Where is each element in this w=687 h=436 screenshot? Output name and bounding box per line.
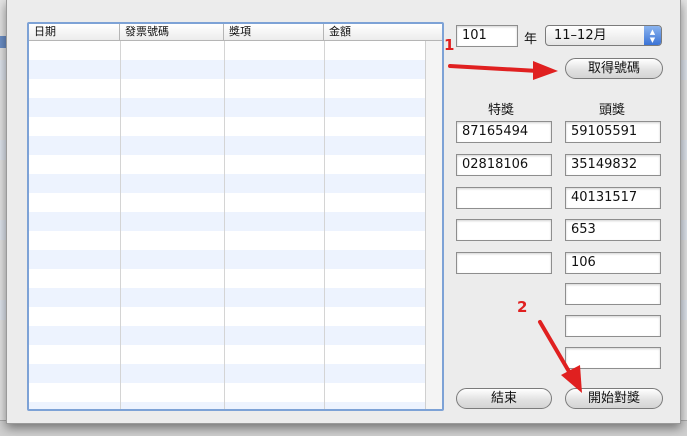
year-label: 年	[524, 32, 538, 47]
period-selected-value: 11–12月	[554, 28, 607, 43]
select-arrows-icon: ▲ ▼	[644, 26, 661, 45]
annotation-step-1: 1	[444, 36, 455, 54]
grand-prize-field-3[interactable]: 40131517	[565, 187, 661, 209]
special-prize-field-1[interactable]: 87165494	[456, 121, 552, 143]
vertical-scrollbar[interactable]	[425, 41, 442, 409]
year-input[interactable]: 101	[456, 25, 518, 47]
table-row	[29, 250, 425, 269]
table-row	[29, 174, 425, 193]
grand-prize-field-1[interactable]: 59105591	[565, 121, 661, 143]
table-row	[29, 60, 425, 79]
table-body	[29, 41, 425, 409]
column-divider	[120, 41, 121, 409]
special-prize-field-2[interactable]: 02818106	[456, 154, 552, 176]
special-prize-field-4[interactable]	[456, 219, 552, 241]
table-row	[29, 402, 425, 409]
table-row	[29, 364, 425, 383]
table-row	[29, 212, 425, 231]
results-table[interactable]: 日期 發票號碼 獎項 金額	[27, 22, 444, 411]
column-divider	[324, 41, 325, 409]
grand-prize-field-4[interactable]: 653	[565, 219, 661, 241]
grand-prize-header: 頭獎	[599, 103, 626, 118]
special-prize-field-5[interactable]	[456, 252, 552, 274]
table-row	[29, 326, 425, 345]
annotation-step-2: 2	[517, 298, 528, 316]
column-header-date[interactable]: 日期	[29, 24, 120, 41]
table-header: 日期 發票號碼 獎項 金額	[29, 24, 442, 41]
period-select[interactable]: 11–12月 ▲ ▼	[545, 25, 662, 46]
grand-prize-field-8[interactable]	[565, 347, 661, 369]
table-row	[29, 288, 425, 307]
special-prize-header: 特獎	[488, 103, 515, 118]
column-header-amount[interactable]: 金額	[324, 24, 442, 41]
grand-prize-field-5[interactable]: 106	[565, 252, 661, 274]
column-header-prize[interactable]: 獎項	[224, 24, 324, 41]
get-numbers-button[interactable]: 取得號碼	[565, 58, 663, 79]
end-button[interactable]: 結束	[456, 388, 552, 409]
table-row	[29, 136, 425, 155]
grand-prize-field-7[interactable]	[565, 315, 661, 337]
grand-prize-field-6[interactable]	[565, 283, 661, 305]
grand-prize-field-2[interactable]: 35149832	[565, 154, 661, 176]
invoice-lottery-dialog: 日期 發票號碼 獎項 金額 101 年 11–12月 ▲ ▼ 取得號碼 特獎 頭…	[6, 0, 681, 424]
table-row	[29, 98, 425, 117]
column-header-invoice-number[interactable]: 發票號碼	[120, 24, 224, 41]
column-divider	[224, 41, 225, 409]
special-prize-field-3[interactable]	[456, 187, 552, 209]
start-check-button[interactable]: 開始對獎	[565, 388, 663, 409]
